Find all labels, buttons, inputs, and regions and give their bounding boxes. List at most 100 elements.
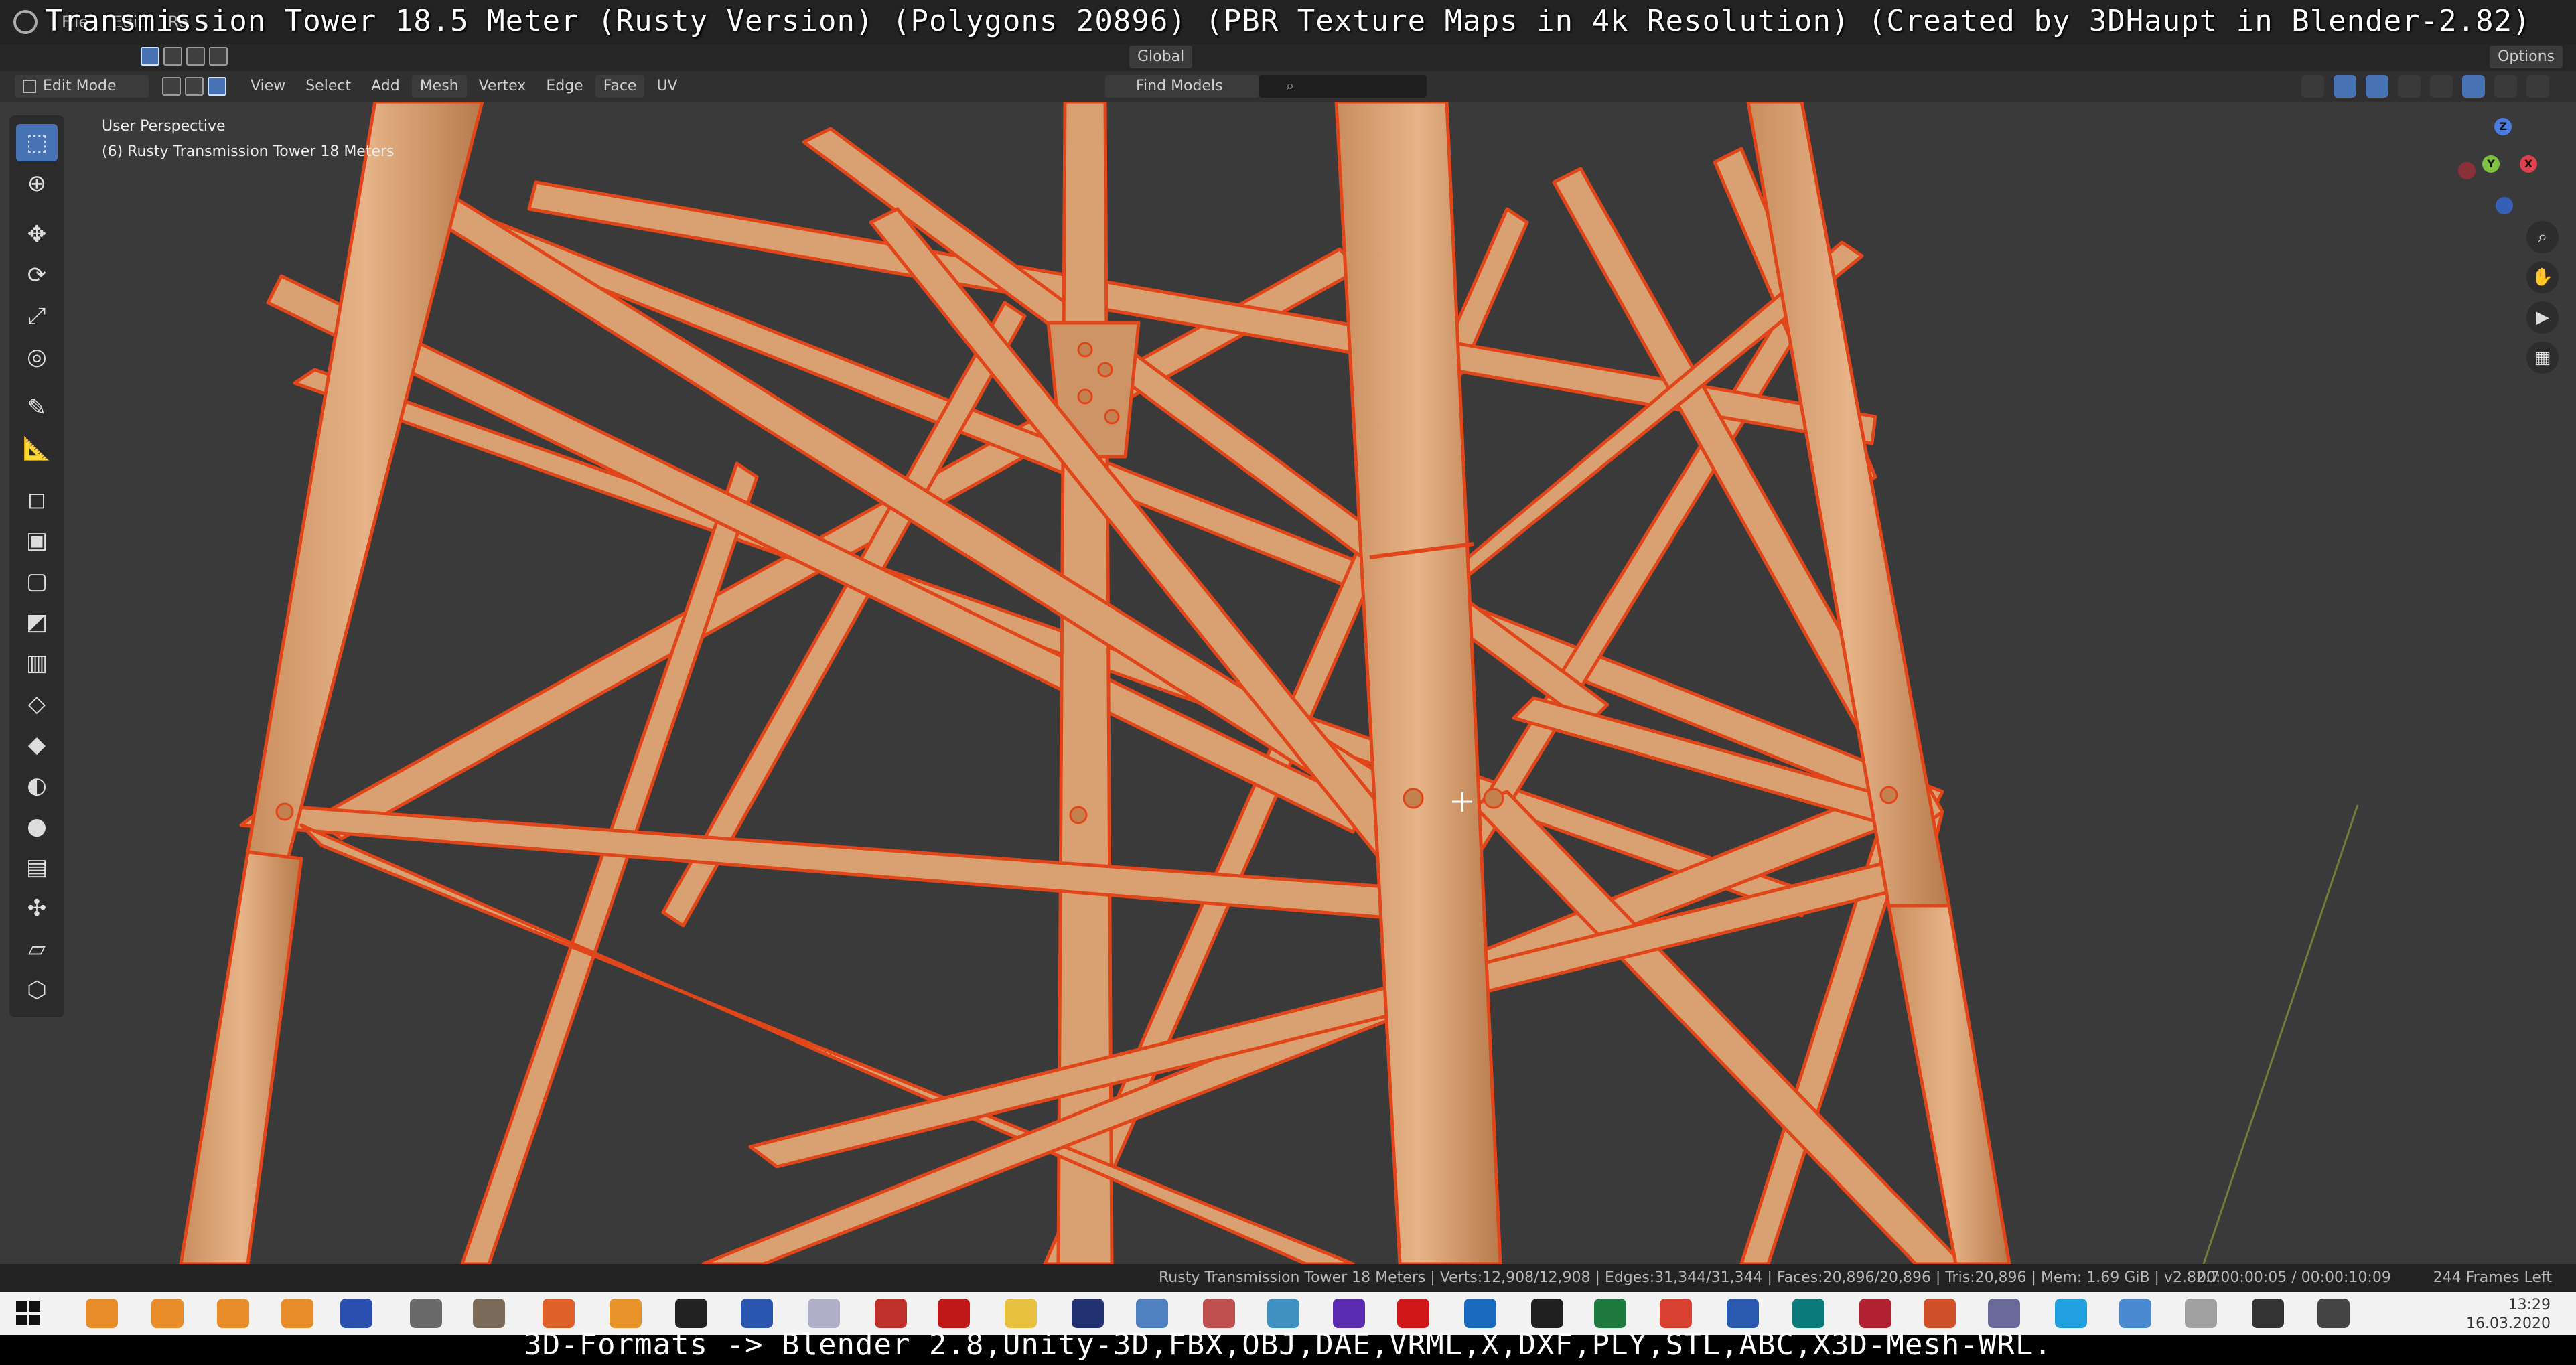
pdf-app-icon[interactable] xyxy=(938,1299,970,1328)
knife-icon[interactable]: ◇ xyxy=(16,685,58,723)
bolt xyxy=(1483,788,1504,809)
overlay-toggle-icon[interactable] xyxy=(2366,75,2388,98)
zoom-icon[interactable]: ⌕ xyxy=(2526,221,2559,253)
notes-app-icon[interactable] xyxy=(1267,1299,1299,1328)
chart-app-icon[interactable] xyxy=(1136,1299,1168,1328)
shear-icon[interactable]: ▱ xyxy=(16,930,58,968)
fire-app-icon[interactable] xyxy=(610,1299,642,1328)
gimp-app-icon[interactable] xyxy=(473,1299,505,1328)
github-app-icon[interactable] xyxy=(2317,1299,2350,1328)
terminal-app-icon[interactable] xyxy=(675,1299,707,1328)
menu-mesh[interactable]: Mesh xyxy=(411,75,467,98)
edge-app-icon[interactable] xyxy=(1531,1299,1563,1328)
search-input[interactable]: ⌕ xyxy=(1259,75,1427,98)
gizmo-y[interactable]: Y xyxy=(2482,155,2500,173)
menu-view[interactable]: View xyxy=(242,75,293,98)
material-shading-icon[interactable] xyxy=(2494,75,2517,98)
vertex-select-icon[interactable] xyxy=(162,77,181,96)
excel-app-icon[interactable] xyxy=(1594,1299,1626,1328)
publisher-app-icon[interactable] xyxy=(1792,1299,1824,1328)
left-main-leg-lower xyxy=(179,850,303,1264)
menu-edge[interactable]: Edge xyxy=(538,75,591,98)
system-clock[interactable]: 13:29 16.03.2020 xyxy=(2466,1296,2551,1334)
menu-uv[interactable]: UV xyxy=(648,75,685,98)
select-mode-icon[interactable] xyxy=(141,47,159,66)
move-icon[interactable]: ✥ xyxy=(16,216,58,253)
gizmo-z[interactable]: Z xyxy=(2494,118,2512,135)
rendered-shading-icon[interactable] xyxy=(2526,75,2549,98)
edge-slide-icon[interactable]: ▤ xyxy=(16,849,58,886)
blender-app-icon[interactable] xyxy=(217,1299,249,1328)
xray-icon[interactable] xyxy=(2398,75,2421,98)
options-dropdown[interactable]: Options xyxy=(2490,46,2563,68)
powerpoint-app-icon[interactable] xyxy=(1924,1299,1956,1328)
face-select-icon[interactable] xyxy=(208,77,226,96)
3d-viewport[interactable]: User Perspective (6) Rusty Transmission … xyxy=(0,102,2576,1264)
outlook-app-icon[interactable] xyxy=(1464,1299,1496,1328)
rotate-icon[interactable]: ⟳ xyxy=(16,257,58,294)
vector-app-icon[interactable] xyxy=(1660,1299,1692,1328)
save-app-icon[interactable] xyxy=(741,1299,773,1328)
network-app-icon[interactable] xyxy=(808,1299,840,1328)
gizmo-neg-x[interactable] xyxy=(2458,162,2476,179)
scale-icon[interactable]: ⤢ xyxy=(16,297,58,335)
orientation-dropdown[interactable]: Global xyxy=(1129,46,1193,68)
camera-icon[interactable]: ▶ xyxy=(2526,301,2559,334)
edge-select-icon[interactable] xyxy=(185,77,204,96)
invert-mode-icon[interactable] xyxy=(209,47,228,66)
annotate-icon[interactable]: ✎ xyxy=(16,389,58,427)
blender-app-icon[interactable] xyxy=(281,1299,313,1328)
cursor-icon[interactable]: ⊕ xyxy=(16,165,58,202)
menu-face[interactable]: Face xyxy=(595,75,645,98)
skype-app-icon[interactable] xyxy=(2055,1299,2087,1328)
pen-app-icon[interactable] xyxy=(2119,1299,2151,1328)
extrude-icon[interactable]: ▣ xyxy=(16,522,58,559)
settings-app-icon[interactable] xyxy=(875,1299,907,1328)
windows-start-icon[interactable] xyxy=(16,1301,40,1325)
opera-app-icon[interactable] xyxy=(1397,1299,1429,1328)
add-cube-icon[interactable]: ◻ xyxy=(16,481,58,518)
transform-icon[interactable]: ◎ xyxy=(16,338,58,376)
select-box-icon[interactable]: ⬚ xyxy=(16,124,58,161)
pan-hand-icon[interactable]: ✋ xyxy=(2526,261,2559,293)
smooth-icon[interactable]: ● xyxy=(16,808,58,845)
tool-app-icon[interactable] xyxy=(1203,1299,1235,1328)
tool2-app-icon[interactable] xyxy=(1988,1299,2020,1328)
shrink-icon[interactable]: ✣ xyxy=(16,889,58,927)
extend-mode-icon[interactable] xyxy=(163,47,182,66)
menu-add[interactable]: Add xyxy=(363,75,408,98)
inset-icon[interactable]: ▢ xyxy=(16,563,58,600)
wireframe-shading-icon[interactable] xyxy=(2430,75,2453,98)
access-app-icon[interactable] xyxy=(1859,1299,1891,1328)
find-models-dropdown[interactable]: Find Models xyxy=(1105,75,1259,98)
menu-vertex[interactable]: Vertex xyxy=(471,75,534,98)
unity-app-icon[interactable] xyxy=(410,1299,442,1328)
menu-select[interactable]: Select xyxy=(297,75,359,98)
gizmo-toggle-icon[interactable] xyxy=(2334,75,2356,98)
mode-dropdown[interactable]: Edit Mode xyxy=(15,75,149,98)
grid-ortho-icon[interactable]: ▦ xyxy=(2526,342,2559,374)
poly-build-icon[interactable]: ◆ xyxy=(16,726,58,764)
rip-icon[interactable]: ⬡ xyxy=(16,971,58,1009)
spin-icon[interactable]: ◐ xyxy=(16,767,58,804)
bevel-icon[interactable]: ◩ xyxy=(16,603,58,641)
blender-active-app-icon[interactable] xyxy=(340,1299,372,1328)
viewport-shading-group xyxy=(2301,75,2549,98)
firefox-app-icon[interactable] xyxy=(543,1299,575,1328)
navigation-gizmo[interactable]: Z Y X xyxy=(2455,114,2549,221)
loop-cut-icon[interactable]: ▥ xyxy=(16,644,58,682)
folder-app-icon[interactable] xyxy=(1005,1299,1037,1328)
solid-shading-icon[interactable] xyxy=(2462,75,2485,98)
unity-hub-app-icon[interactable] xyxy=(2252,1299,2284,1328)
xnview-app-icon[interactable] xyxy=(1072,1299,1104,1328)
browser-app-icon[interactable] xyxy=(1333,1299,1365,1328)
blender-app-icon[interactable] xyxy=(86,1299,118,1328)
gizmo-neg-z[interactable] xyxy=(2496,197,2513,214)
word-app-icon[interactable] xyxy=(1727,1299,1759,1328)
blender-app-icon[interactable] xyxy=(151,1299,184,1328)
gizmo-x[interactable]: X xyxy=(2520,155,2537,173)
subtract-mode-icon[interactable] xyxy=(186,47,205,66)
visibility-icon[interactable] xyxy=(2301,75,2324,98)
measure-icon[interactable]: 📐 xyxy=(16,430,58,468)
misc-app-icon[interactable] xyxy=(2185,1299,2217,1328)
